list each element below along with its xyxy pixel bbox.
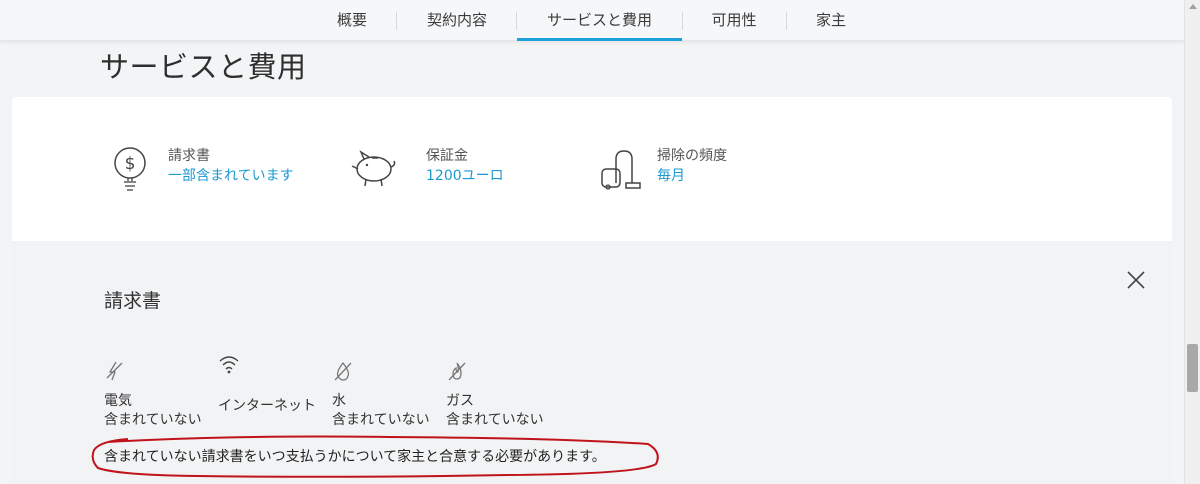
- piggy-bank-icon: [351, 150, 396, 187]
- utility-water: 水 含まれていない: [332, 360, 442, 430]
- utility-electricity-name: 電気: [104, 393, 132, 409]
- section-tab-bar: 概要 契約内容 サービスと費用 可用性 家主: [0, 0, 1184, 41]
- scroll-up-arrow-icon[interactable]: [1189, 4, 1197, 9]
- utility-internet-name: インターネット: [218, 398, 316, 414]
- electricity-crossed-icon: [106, 361, 123, 381]
- bills-note: 含まれていない請求書をいつ支払うかについて家主と合意する必要があります。: [104, 449, 606, 465]
- svg-text:$: $: [125, 154, 136, 174]
- utility-gas-name: ガス: [446, 393, 474, 409]
- page-scrollbar[interactable]: [1184, 0, 1200, 484]
- tab-divider: [786, 12, 787, 30]
- scrollbar-thumb[interactable]: [1187, 344, 1198, 392]
- tab-divider: [682, 12, 683, 30]
- water-crossed-icon: [334, 361, 352, 381]
- gas-crossed-icon: [448, 362, 466, 381]
- dollar-bulb-icon: $: [114, 147, 146, 191]
- close-icon[interactable]: [1124, 268, 1148, 292]
- utility-gas-status: 含まれていない: [446, 412, 544, 428]
- fee-deposit-label: 保証金: [426, 148, 468, 164]
- tab-availability[interactable]: 可用性: [698, 0, 770, 41]
- fee-deposit-value: 1200ユーロ: [426, 168, 504, 184]
- fee-bills[interactable]: $ 請求書 一部含まれています: [110, 145, 340, 195]
- tab-overview[interactable]: 概要: [320, 0, 384, 41]
- fees-summary-card: $ 請求書 一部含まれています 保証金 1200ユーロ 掃除の頻度 毎月: [12, 97, 1172, 241]
- tab-landlord[interactable]: 家主: [800, 0, 862, 41]
- utility-electricity: 電気 含まれていない: [104, 360, 214, 430]
- utility-electricity-status: 含まれていない: [104, 412, 202, 428]
- wifi-icon: [219, 356, 239, 374]
- bills-panel-title: 請求書: [104, 290, 162, 312]
- utility-internet: インターネット: [218, 354, 328, 424]
- fee-bills-label: 請求書: [168, 148, 210, 164]
- utility-gas: ガス 含まれていない: [446, 360, 556, 430]
- fee-cleaning-label: 掃除の頻度: [657, 148, 727, 164]
- tab-services-fees[interactable]: サービスと費用: [517, 0, 682, 41]
- page-title: サービスと費用: [100, 50, 307, 84]
- tab-divider: [396, 12, 397, 30]
- fee-deposit[interactable]: 保証金 1200ユーロ: [350, 145, 550, 195]
- utility-water-status: 含まれていない: [332, 412, 430, 428]
- tab-contract[interactable]: 契約内容: [412, 0, 502, 41]
- fee-bills-value: 一部含まれています: [168, 168, 294, 184]
- fee-cleaning[interactable]: 掃除の頻度 毎月: [600, 145, 780, 195]
- vacuum-cleaner-icon: [601, 150, 641, 190]
- utility-water-name: 水: [332, 393, 346, 409]
- fee-cleaning-value: 毎月: [657, 168, 685, 184]
